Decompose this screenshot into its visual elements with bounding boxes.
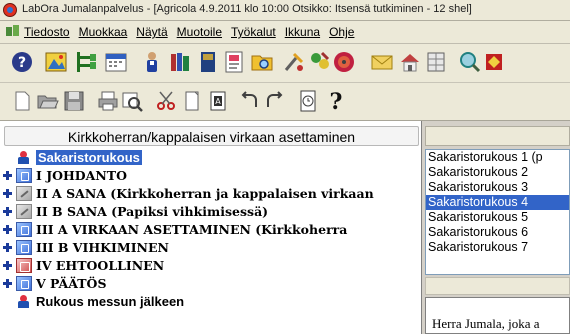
cut-icon[interactable] (154, 89, 178, 113)
section-icon (16, 240, 32, 255)
menu-tiedosto[interactable]: Tiedosto (24, 25, 70, 39)
help-question-icon[interactable]: ? (324, 89, 348, 113)
list-item[interactable]: Sakaristorukous 7 (426, 240, 569, 255)
copy-icon[interactable] (180, 89, 204, 113)
tree-item-rukous-messun-jalkeen[interactable]: Rukous messun jälkeen (0, 293, 421, 311)
search-folder-icon[interactable] (250, 50, 274, 74)
tree-item-ii-a-sana[interactable]: II A SANA (Kirkkoherran ja kappalaisen v… (0, 185, 421, 203)
section-icon (16, 276, 32, 291)
expand-icon[interactable] (3, 243, 12, 252)
list-item[interactable]: Sakaristorukous 3 (426, 180, 569, 195)
expand-icon[interactable] (3, 171, 12, 180)
main-toolbar: ? (0, 44, 570, 83)
app-icon (3, 3, 17, 17)
tree-item-label: II B SANA (Papiksi vihkimisessä) (36, 204, 269, 219)
paste-icon[interactable]: A (206, 89, 230, 113)
svg-text:?: ? (330, 89, 343, 113)
tree-item-johdanto[interactable]: I JOHDANTO (0, 167, 421, 185)
section-disabled-icon (16, 204, 32, 219)
grid-icon[interactable] (424, 50, 448, 74)
mdi-child-icon[interactable] (6, 25, 20, 38)
detail-pane: Sakaristorukous 1 (p Sakaristorukous 2 S… (422, 121, 570, 334)
list-item[interactable]: Sakaristorukous 2 (426, 165, 569, 180)
undo-icon[interactable] (238, 89, 262, 113)
menu-muotoile[interactable]: Muotoile (177, 25, 222, 39)
tree-item-label: Rukous messun jälkeen (36, 294, 185, 309)
section-disabled-icon (16, 186, 32, 201)
save-icon[interactable] (62, 89, 86, 113)
tree-item-label: V PÄÄTÖS (36, 276, 107, 291)
calendar-icon[interactable] (104, 50, 128, 74)
prayer-icon (16, 150, 32, 165)
structure-pane: Kirkkoherran/kappalaisen virkaan asettam… (0, 121, 422, 334)
timer-icon[interactable] (296, 89, 320, 113)
document-icon[interactable] (222, 50, 246, 74)
open-icon[interactable] (36, 89, 60, 113)
menu-muokkaa[interactable]: Muokkaa (79, 25, 128, 39)
books-icon[interactable] (168, 50, 192, 74)
expand-icon[interactable] (3, 225, 12, 234)
section-icon (16, 168, 32, 183)
menu-ikkuna[interactable]: Ikkuna (285, 25, 320, 39)
house-icon[interactable] (398, 50, 422, 74)
magnify-icon[interactable] (458, 50, 482, 74)
book-icon[interactable] (196, 50, 220, 74)
tree-item-label: I JOHDANTO (36, 168, 127, 183)
list-item-selected[interactable]: Sakaristorukous 4 (426, 195, 569, 210)
expand-icon[interactable] (3, 279, 12, 288)
tree-item-label: IV EHTOOLLINEN (36, 258, 165, 273)
new-icon[interactable] (10, 89, 34, 113)
tree-item-label: Sakaristorukous (36, 150, 142, 165)
expand-icon[interactable] (3, 261, 12, 270)
title-bar: LabOra Jumalanpalvelus - [Agricola 4.9.2… (0, 0, 570, 21)
tree-icon[interactable] (74, 50, 98, 74)
tree-item-iii-b-vihkiminen[interactable]: III B VIHKIMINEN (0, 239, 421, 257)
person-icon[interactable] (140, 50, 164, 74)
disc-icon[interactable] (332, 50, 356, 74)
prayer-list[interactable]: Sakaristorukous 1 (p Sakaristorukous 2 S… (425, 149, 570, 275)
tree-item-label: III A VIRKAAN ASETTAMINEN (Kirkkoherra (36, 222, 348, 237)
print-preview-icon[interactable] (120, 89, 144, 113)
menu-ohje[interactable]: Ohje (329, 25, 354, 39)
tree-item-label: II A SANA (Kirkkoherran ja kappalaisen v… (36, 186, 374, 201)
window-title: LabOra Jumalanpalvelus - [Agricola 4.9.2… (22, 3, 472, 15)
section-red-icon (16, 258, 32, 273)
menu-bar: Tiedosto Muokkaa Näytä Muotoile Työkalut… (0, 21, 570, 44)
prayer-text: Herra Jumala, joka a (432, 316, 540, 331)
section-icon (16, 222, 32, 237)
gem-icon[interactable] (482, 50, 506, 74)
tree-item-label: III B VIHKIMINEN (36, 240, 169, 255)
prayer-icon (16, 294, 32, 309)
svg-text:?: ? (18, 55, 26, 71)
detail-header (425, 126, 570, 146)
redo-icon[interactable] (262, 89, 286, 113)
edit-toolbar: A ? (0, 83, 570, 121)
tree-item-iv-ehtoollinen[interactable]: IV EHTOOLLINEN (0, 257, 421, 275)
list-item[interactable]: Sakaristorukous 5 (426, 210, 569, 225)
paint-icon[interactable] (308, 50, 332, 74)
list-item[interactable]: Sakaristorukous 6 (426, 225, 569, 240)
svg-text:A: A (215, 97, 221, 106)
envelope-icon[interactable] (370, 50, 394, 74)
menu-tyokalut[interactable]: Työkalut (231, 25, 276, 39)
tools-icon[interactable] (282, 50, 306, 74)
tree-item-iii-a-virkaan[interactable]: III A VIRKAAN ASETTAMINEN (Kirkkoherra (0, 221, 421, 239)
image-icon[interactable] (44, 50, 68, 74)
help-icon[interactable]: ? (10, 50, 34, 74)
service-type-header: Kirkkoherran/kappalaisen virkaan asettam… (4, 126, 419, 146)
prayer-text-area[interactable]: Herra Jumala, joka a (425, 297, 570, 334)
tree-item-sakaristorukous[interactable]: Sakaristorukous (0, 149, 421, 167)
tree-item-ii-b-sana[interactable]: II B SANA (Papiksi vihkimisessä) (0, 203, 421, 221)
service-tree: Sakaristorukous I JOHDANTO II A SANA (Ki… (0, 149, 421, 311)
tree-item-v-paatos[interactable]: V PÄÄTÖS (0, 275, 421, 293)
expand-icon[interactable] (3, 189, 12, 198)
menu-nayta[interactable]: Näytä (136, 25, 167, 39)
expand-icon[interactable] (3, 207, 12, 216)
detail-splitter[interactable] (425, 277, 570, 295)
list-item[interactable]: Sakaristorukous 1 (p (426, 150, 569, 165)
print-icon[interactable] (96, 89, 120, 113)
